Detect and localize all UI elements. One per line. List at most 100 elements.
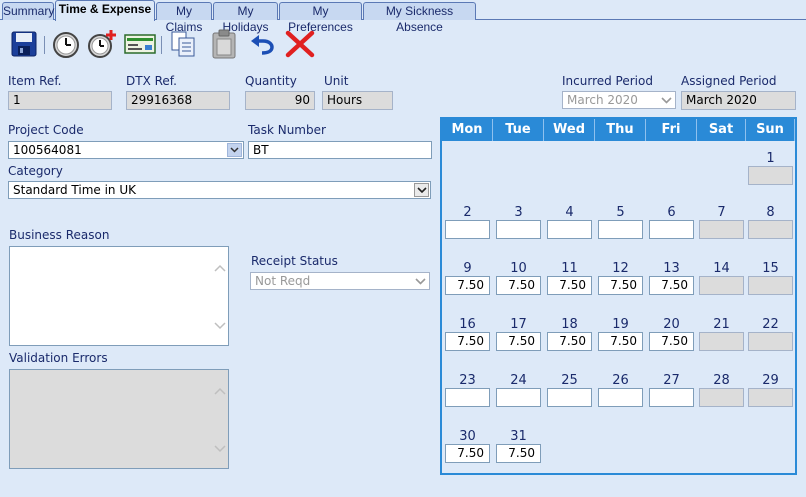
calendar-day-hours-input[interactable] xyxy=(496,388,541,407)
calendar-day-hours-input[interactable]: 7.50 xyxy=(547,332,592,351)
calendar-day-hours-input[interactable] xyxy=(598,220,643,239)
incurred-period-label: Incurred Period xyxy=(562,74,653,88)
clock-button[interactable] xyxy=(50,26,82,62)
dtx-ref-field: 29916368 xyxy=(126,91,230,110)
scroll-down-icon[interactable] xyxy=(214,444,226,454)
calendar-day-hours-input xyxy=(699,220,744,239)
calendar-day-number: 11 xyxy=(561,261,578,276)
project-code-label: Project Code xyxy=(8,123,84,137)
delete-icon xyxy=(285,30,315,58)
business-reason-textarea[interactable] xyxy=(9,246,229,346)
calendar-day-hours-input[interactable]: 7.50 xyxy=(649,332,694,351)
calendar-day-hours-input[interactable] xyxy=(496,220,541,239)
calendar-day-hours-input[interactable]: 7.50 xyxy=(496,332,541,351)
project-code-select[interactable]: 100564081 xyxy=(8,141,244,159)
calendar-day-hours-input[interactable] xyxy=(649,220,694,239)
calendar-day-hours-input[interactable]: 7.50 xyxy=(547,276,592,295)
calendar-day-number: 21 xyxy=(713,317,730,332)
calendar-day-number: 23 xyxy=(459,373,476,388)
calendar-day-number: 19 xyxy=(612,317,629,332)
tab-summary[interactable]: Summary xyxy=(2,2,54,20)
incurred-period-select[interactable]: March 2020 xyxy=(562,91,676,109)
chevron-down-icon[interactable] xyxy=(414,183,429,197)
calendar-day-number: 8 xyxy=(766,205,775,220)
business-reason-label: Business Reason xyxy=(9,228,110,242)
calendar-day-hours-input[interactable] xyxy=(445,220,490,239)
calendar-day-hours-input[interactable] xyxy=(445,388,490,407)
chevron-down-icon[interactable] xyxy=(659,93,674,107)
calendar-day-hours-input[interactable] xyxy=(649,388,694,407)
category-select[interactable]: Standard Time in UK xyxy=(8,181,431,199)
weekday-header-tue: Tue xyxy=(493,119,544,141)
calendar-day-hours-input xyxy=(748,166,793,185)
add-time-button[interactable] xyxy=(86,26,118,62)
calendar-day-number: 17 xyxy=(510,317,527,332)
quantity-field: 90 xyxy=(245,91,315,110)
calendar-day-number: 10 xyxy=(510,261,527,276)
task-number-input[interactable]: BT xyxy=(248,141,432,159)
calendar-day-hours-input[interactable] xyxy=(547,220,592,239)
calendar-day-number: 25 xyxy=(561,373,578,388)
save-button[interactable] xyxy=(8,26,40,62)
calendar-day-number: 26 xyxy=(612,373,629,388)
tab-my-claims[interactable]: My Claims xyxy=(156,2,212,34)
delete-button[interactable] xyxy=(284,26,316,62)
category-value: Standard Time in UK xyxy=(13,183,136,197)
tab-bar: Summary Time & Expense My Claims My Holi… xyxy=(0,0,806,34)
weekday-header-sun: Sun xyxy=(746,119,795,141)
calendar-day-number: 12 xyxy=(612,261,629,276)
tab-time-expense[interactable]: Time & Expense xyxy=(55,0,155,21)
calendar-day-number: 3 xyxy=(514,205,523,220)
calendar-day-number: 22 xyxy=(762,317,779,332)
calendar-day-hours-input[interactable] xyxy=(547,388,592,407)
calendar-day-number: 29 xyxy=(762,373,779,388)
scrollbar[interactable] xyxy=(212,370,228,468)
paste-button[interactable] xyxy=(208,26,240,62)
scroll-up-icon[interactable] xyxy=(214,386,226,396)
calendar-day-hours-input xyxy=(748,276,793,295)
add-clock-icon xyxy=(88,30,116,58)
category-label: Category xyxy=(8,164,63,178)
toolbar-separator xyxy=(44,36,45,54)
calendar-day-hours-input[interactable]: 7.50 xyxy=(445,332,490,351)
scrollbar[interactable] xyxy=(212,247,228,345)
calendar-grid: Mon Tue Wed Thu Fri Sat Sun 1 2 3 4 5 6 7 8 9 7.50 10 7.5… xyxy=(440,117,797,475)
chevron-down-icon[interactable] xyxy=(227,143,242,157)
calendar-day-hours-input[interactable]: 7.50 xyxy=(598,276,643,295)
calendar-day-number: 6 xyxy=(667,205,676,220)
clock-icon xyxy=(53,32,79,58)
calendar-day-hours-input[interactable]: 7.50 xyxy=(598,332,643,351)
copy-button[interactable] xyxy=(167,26,199,62)
scroll-down-icon[interactable] xyxy=(214,321,226,331)
validation-errors-label: Validation Errors xyxy=(9,351,108,365)
calendar-day-hours-input[interactable]: 7.50 xyxy=(496,276,541,295)
tab-my-holidays[interactable]: My Holidays xyxy=(213,2,278,34)
undo-button[interactable] xyxy=(247,26,279,62)
quantity-label: Quantity xyxy=(245,74,297,88)
scroll-up-icon[interactable] xyxy=(214,263,226,273)
calendar-day-hours-input[interactable]: 7.50 xyxy=(649,276,694,295)
item-ref-label: Item Ref. xyxy=(8,74,62,88)
expense-button[interactable] xyxy=(123,26,157,62)
calendar-day-number: 27 xyxy=(663,373,680,388)
weekday-header-sat: Sat xyxy=(697,119,746,141)
calendar-day-number: 31 xyxy=(510,429,527,444)
assigned-period-label: Assigned Period xyxy=(681,74,777,88)
calendar-day-number: 30 xyxy=(459,429,476,444)
paste-icon xyxy=(212,29,236,59)
calendar-day-number: 15 xyxy=(762,261,779,276)
tab-my-sickness-absence[interactable]: My Sickness Absence xyxy=(363,2,476,34)
calendar-day-hours-input xyxy=(699,332,744,351)
dtx-ref-label: DTX Ref. xyxy=(126,74,177,88)
weekday-header-fri: Fri xyxy=(646,119,697,141)
validation-errors-textarea xyxy=(9,369,229,469)
calendar-day-hours-input[interactable]: 7.50 xyxy=(445,276,490,295)
item-ref-field: 1 xyxy=(8,91,112,110)
toolbar xyxy=(0,24,806,66)
calendar-day-hours-input[interactable]: 7.50 xyxy=(496,444,541,463)
calendar-day-number: 20 xyxy=(663,317,680,332)
tab-my-preferences[interactable]: My Preferences xyxy=(279,2,362,34)
calendar-day-hours-input[interactable] xyxy=(598,388,643,407)
calendar-day-hours-input[interactable]: 7.50 xyxy=(445,444,490,463)
calendar-day-number: 1 xyxy=(766,151,775,166)
